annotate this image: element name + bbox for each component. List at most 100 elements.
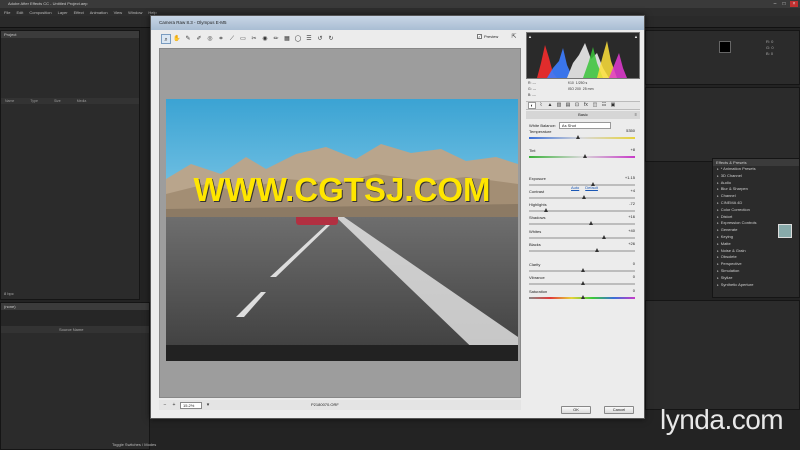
rotate-right-icon[interactable]: ↻ (326, 34, 336, 44)
bpc-indicator[interactable]: 8 bpc (4, 291, 14, 296)
effect-category[interactable]: ▸ Color Correction (713, 207, 799, 214)
zoom-tool-icon[interactable]: ⌕ (161, 33, 171, 44)
column-media[interactable]: Media (77, 99, 87, 103)
slider-tint[interactable]: Tint +8 (529, 147, 635, 161)
expand-triangle-icon[interactable]: ▸ (717, 242, 720, 246)
effect-category[interactable]: ▸ Stylize (713, 275, 799, 282)
slider-track[interactable] (529, 156, 635, 158)
effect-thumbnail[interactable] (778, 224, 792, 238)
effect-category[interactable]: ▸ Synthetic Aperture (713, 282, 799, 289)
effect-category[interactable]: ▸ CINEMA 4D (713, 200, 799, 207)
menu-item-file[interactable]: File (4, 10, 10, 15)
slider-track[interactable] (529, 184, 635, 186)
fullscreen-icon[interactable]: ⇱ (509, 33, 519, 42)
hand-tool-icon[interactable]: ✋ (172, 34, 182, 44)
slider-clarity[interactable]: Clarity 0 (529, 261, 635, 275)
red-eye-icon[interactable]: ◉ (260, 34, 270, 44)
slider-thumb[interactable] (582, 195, 587, 199)
effect-category[interactable]: ▸ Blur & Sharpen (713, 186, 799, 193)
expand-triangle-icon[interactable]: ▸ (717, 208, 720, 212)
menu-item-layer[interactable]: Layer (58, 10, 68, 15)
color-sampler-icon[interactable]: ✐ (194, 34, 204, 44)
expand-triangle-icon[interactable]: ▸ (717, 221, 720, 225)
slider-value-field[interactable]: -72 (621, 201, 635, 207)
slider-thumb[interactable] (581, 281, 585, 285)
expand-triangle-icon[interactable]: ▸ (717, 174, 720, 178)
slider-whites[interactable]: Whites +40 (529, 228, 635, 242)
rotate-left-icon[interactable]: ↺ (315, 34, 325, 44)
column-name[interactable]: Name (5, 99, 14, 103)
slider-value-field[interactable]: +26 (621, 241, 635, 247)
slider-track[interactable] (529, 137, 635, 139)
slider-thumb[interactable] (589, 221, 594, 225)
expand-triangle-icon[interactable]: ▸ (717, 276, 720, 280)
spot-removal-icon[interactable]: ✂ (249, 34, 259, 44)
slider-value-field[interactable]: +1.15 (621, 175, 635, 181)
menu-item-view[interactable]: View (114, 10, 123, 15)
cancel-button[interactable]: Cancel (604, 406, 634, 414)
slider-value-field[interactable]: 0 (621, 288, 635, 294)
expand-triangle-icon[interactable]: ▸ (717, 235, 720, 239)
expand-triangle-icon[interactable]: ▸ (717, 187, 720, 191)
expand-triangle-icon[interactable]: ▸ (717, 181, 720, 185)
effect-category[interactable]: ▸ Channel (713, 193, 799, 200)
ok-button[interactable]: OK (561, 406, 591, 414)
effect-category[interactable]: ▸ * Animation Presets (713, 166, 799, 173)
expand-triangle-icon[interactable]: ▸ (717, 201, 720, 205)
slider-shadows[interactable]: Shadows +16 (529, 214, 635, 228)
effect-category[interactable]: ▸ Audio (713, 180, 799, 187)
effect-category[interactable]: ▸ Matte (713, 241, 799, 248)
expand-triangle-icon[interactable]: ▸ (717, 283, 720, 287)
slider-value-field[interactable]: +4 (621, 188, 635, 194)
expand-triangle-icon[interactable]: ▸ (717, 167, 720, 171)
slider-exposure[interactable]: Exposure +1.15 (529, 175, 635, 189)
effect-category[interactable]: ▸ 3D Channel (713, 173, 799, 180)
menu-item-help[interactable]: Help (148, 10, 156, 15)
effect-category[interactable]: ▸ Perspective (713, 261, 799, 268)
toggle-switches-modes[interactable]: Toggle Switches / Modes (112, 442, 156, 447)
expand-triangle-icon[interactable]: ▸ (717, 269, 720, 273)
slider-value-field[interactable]: 0 (621, 261, 635, 267)
slider-temperature[interactable]: Temperature 5350 (529, 128, 635, 142)
slider-track[interactable] (529, 223, 635, 225)
snapshots-tab-icon[interactable]: ▣ (609, 102, 617, 109)
zoom-out-icon[interactable]: − (162, 402, 168, 408)
white-balance-select[interactable]: As Shot (558, 122, 611, 129)
graduated-filter-icon[interactable]: ▦ (282, 34, 292, 44)
preview-checkbox[interactable]: ✓ (477, 34, 482, 39)
slider-value-field[interactable]: +40 (621, 228, 635, 234)
slider-track[interactable] (529, 237, 635, 239)
expand-triangle-icon[interactable]: ▸ (717, 262, 720, 266)
slider-thumb[interactable] (581, 268, 585, 272)
straighten-tool-icon[interactable]: ⟋ (227, 34, 237, 44)
slider-thumb[interactable] (543, 208, 548, 212)
maximize-icon[interactable]: □ (780, 1, 788, 7)
menu-item-edit[interactable]: Edit (16, 10, 23, 15)
tone-curve-tab-icon[interactable]: ⌇ (537, 102, 545, 109)
expand-triangle-icon[interactable]: ▸ (717, 215, 720, 219)
zoom-in-icon[interactable]: + (171, 402, 177, 408)
effects-tab-icon[interactable]: fx (582, 102, 590, 109)
targeted-adjustment-icon[interactable]: ◎ (205, 34, 215, 44)
slider-thumb[interactable] (591, 182, 596, 186)
expand-triangle-icon[interactable]: ▸ (717, 249, 720, 253)
slider-contrast[interactable]: Contrast +4 (529, 188, 635, 202)
preferences-icon[interactable]: ☰ (304, 34, 314, 44)
lens-corrections-tab-icon[interactable]: ⊡ (573, 102, 581, 109)
timeline-tab[interactable]: (none) (1, 303, 149, 310)
slider-thumb[interactable] (583, 154, 588, 158)
slider-saturation[interactable]: Saturation 0 (529, 288, 635, 302)
panel-menu-icon[interactable]: ≡ (635, 111, 637, 119)
effect-category[interactable]: ▸ Simulation (713, 268, 799, 275)
effect-category[interactable]: ▸ Distort (713, 214, 799, 221)
column-type[interactable]: Type (30, 99, 38, 103)
expand-triangle-icon[interactable]: ▸ (717, 255, 720, 259)
source-name-column[interactable]: Source Name (1, 326, 149, 333)
slider-thumb[interactable] (575, 135, 580, 139)
menu-item-composition[interactable]: Composition (29, 10, 51, 15)
detail-tab-icon[interactable]: ▲ (546, 102, 554, 109)
minimize-icon[interactable]: – (771, 1, 779, 7)
slider-thumb[interactable] (601, 235, 606, 239)
slider-thumb[interactable] (581, 295, 585, 299)
expand-triangle-icon[interactable]: ▸ (717, 228, 720, 232)
